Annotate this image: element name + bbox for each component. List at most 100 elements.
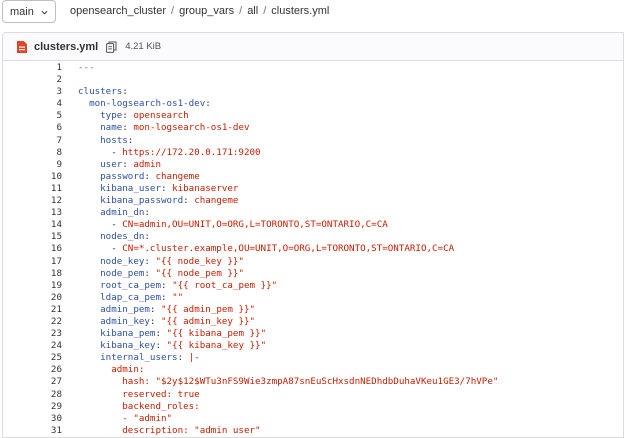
line-number[interactable]: 19 xyxy=(3,280,67,292)
line-text: name: mon-logsearch-os1-dev xyxy=(78,122,249,134)
code-token: internal_users xyxy=(78,352,178,364)
code-line: 17 node_key: "{{ node_key }}" xyxy=(3,256,623,268)
code-token: opensearch xyxy=(133,110,189,122)
line-number[interactable]: 31 xyxy=(3,425,67,437)
code-token: "{{ node_pem }}" xyxy=(155,267,244,279)
breadcrumb-item-subfolder[interactable]: all xyxy=(247,5,258,17)
code-content: 1 --- 2 3 clusters: 4 mon-logsearch-os1-dev: 5… xyxy=(3,62,623,437)
line-number[interactable]: 7 xyxy=(3,135,67,147)
line-text: - "admin" xyxy=(78,413,172,425)
line-number[interactable]: 14 xyxy=(3,219,67,231)
line-number[interactable]: 21 xyxy=(3,304,67,316)
code-token: clusters xyxy=(78,86,123,98)
code-token: admin_key xyxy=(78,315,150,327)
line-text: --- xyxy=(78,62,95,74)
line-number[interactable]: 24 xyxy=(3,340,67,352)
line-text: ldap_ca_pem: "" xyxy=(78,292,183,304)
code-token: password xyxy=(78,170,145,182)
line-text: reserved: true xyxy=(78,389,199,401)
copy-icon[interactable] xyxy=(106,41,117,53)
line-number[interactable]: 3 xyxy=(3,86,67,98)
breadcrumb-item-file: clusters.yml xyxy=(271,5,330,17)
breadcrumb-item-folder[interactable]: group_vars xyxy=(179,5,234,17)
code-token: : xyxy=(160,291,173,303)
code-line: 31 description: "admin user" xyxy=(3,425,623,437)
line-number[interactable]: 13 xyxy=(3,207,67,219)
code-line: 30 - "admin" xyxy=(3,413,623,425)
line-number[interactable]: 16 xyxy=(3,243,67,255)
line-number[interactable]: 2 xyxy=(3,74,67,86)
line-text: - CN=*.cluster.example,OU=UNIT,O=ORG,L=T… xyxy=(78,243,454,255)
line-number[interactable]: 30 xyxy=(3,413,67,425)
code-line: 22 admin_key: "{{ admin_key }}" xyxy=(3,316,623,328)
line-number[interactable]: 6 xyxy=(3,122,67,134)
code-token: : xyxy=(144,267,156,279)
code-token: : xyxy=(155,328,167,340)
line-number[interactable]: 27 xyxy=(3,376,67,388)
line-text: hash: "$2y$12$WTu3nFS9Wie3zmpA87snEuScHx… xyxy=(78,376,498,388)
code-token: changeme xyxy=(194,195,239,207)
branch-label: main xyxy=(10,5,34,18)
code-token: : xyxy=(149,315,161,327)
line-text: clusters: xyxy=(78,86,128,98)
code-line: 13 admin_dn: xyxy=(3,207,623,219)
code-token: CN=admin,OU=UNIT,O=ORG,L=TORONTO,ST=ONTA… xyxy=(122,219,388,231)
code-token: admin_dn xyxy=(78,207,145,219)
line-number[interactable]: 10 xyxy=(3,171,67,183)
code-token: nodes_dn xyxy=(78,231,145,243)
code-line: 11 kibana_user: kibanaserver xyxy=(3,183,623,195)
line-number[interactable]: 20 xyxy=(3,292,67,304)
code-token: "{{ admin_pem }}" xyxy=(161,303,256,315)
breadcrumb-item-repo[interactable]: opensearch_cluster xyxy=(70,5,166,17)
code-token: root_ca_pem xyxy=(78,279,161,291)
top-bar: main opensearch_cluster / group_vars / all / c… xyxy=(0,0,624,26)
code-token: "{{ root_ca_pem }}" xyxy=(172,279,278,291)
line-number[interactable]: 1 xyxy=(3,62,67,74)
code-token: - xyxy=(78,219,123,231)
line-text: kibana_key: "{{ kibana_key }}" xyxy=(78,340,266,352)
line-number[interactable]: 28 xyxy=(3,389,67,401)
line-number[interactable]: 23 xyxy=(3,328,67,340)
line-number[interactable]: 26 xyxy=(3,364,67,376)
code-line: 5 type: opensearch xyxy=(3,110,623,122)
branch-selector-button[interactable]: main xyxy=(2,0,56,23)
breadcrumb-separator: / xyxy=(239,5,243,17)
code-token: "" xyxy=(172,291,184,303)
line-text: nodes_dn: xyxy=(78,231,150,243)
code-token: : xyxy=(122,86,128,98)
code-token: ldap_ca_pem xyxy=(78,291,161,303)
line-number[interactable]: 4 xyxy=(3,98,67,110)
line-text: mon-logsearch-os1-dev: xyxy=(78,98,211,110)
file-viewer: clusters.yml 4.21 KiB 1 --- 2 3 clusters: 4 m… xyxy=(2,32,624,438)
code-token: : xyxy=(160,182,173,194)
code-token: "{{ admin_key }}" xyxy=(161,315,256,327)
line-number[interactable]: 8 xyxy=(3,147,67,159)
code-line: 29 backend_roles: xyxy=(3,401,623,413)
line-number[interactable]: 18 xyxy=(3,268,67,280)
line-number[interactable]: 12 xyxy=(3,195,67,207)
line-number[interactable]: 22 xyxy=(3,316,67,328)
line-number[interactable]: 5 xyxy=(3,110,67,122)
line-number[interactable]: 29 xyxy=(3,401,67,413)
code-token: "{{ kibana_key }}" xyxy=(166,340,267,352)
code-token: admin xyxy=(133,158,162,170)
code-token: : xyxy=(144,255,156,267)
code-line: 14 - CN=admin,OU=UNIT,O=ORG,L=TORONTO,ST… xyxy=(3,219,623,231)
line-number[interactable]: 17 xyxy=(3,256,67,268)
code-token: type xyxy=(78,110,123,122)
line-number[interactable]: 9 xyxy=(3,159,67,171)
code-token: : xyxy=(144,170,156,182)
code-line: 15 nodes_dn: xyxy=(3,231,623,243)
code-token: description: "admin user" xyxy=(78,424,261,436)
chevron-down-icon xyxy=(41,10,48,15)
line-text: internal_users: |- xyxy=(78,352,200,364)
breadcrumb-separator: / xyxy=(171,5,175,17)
code-token: admin xyxy=(78,364,139,376)
code-line: 8 - https://172.20.0.171:9200 xyxy=(3,147,623,159)
line-number[interactable]: 15 xyxy=(3,231,67,243)
line-number[interactable]: 25 xyxy=(3,352,67,364)
code-token: node_key xyxy=(78,255,145,267)
line-text: hosts: xyxy=(78,135,133,147)
code-token: "{{ node_key }}" xyxy=(155,255,244,267)
line-number[interactable]: 11 xyxy=(3,183,67,195)
